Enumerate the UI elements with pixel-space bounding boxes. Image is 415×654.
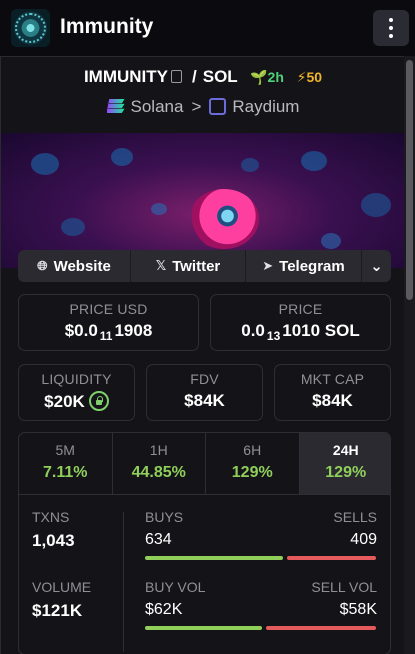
fdv-box: FDV $84K [146, 364, 263, 421]
chain-breadcrumb: Solana > Raydium [1, 97, 405, 117]
pair-age: 🌱2h [250, 69, 284, 85]
base-symbol: IMMUNITY [83, 67, 168, 86]
liquidity-value: $20K [19, 391, 134, 412]
kebab-icon [389, 16, 393, 40]
market-cap-value: $84K [312, 391, 353, 410]
pair-title: IMMUNITY / SOL 🌱2h ⚡50 [1, 67, 405, 87]
lightning-icon: ⚡ [296, 69, 307, 85]
sells-value: 409 [350, 531, 377, 548]
volume-label: VOLUME [32, 579, 92, 595]
buys-label: BUYS [145, 509, 184, 525]
website-button[interactable]: 🌐︎ Website [18, 250, 131, 282]
buys-value: 634 [145, 531, 172, 548]
price-usd-value: $0.0 11 1908 [64, 321, 153, 343]
sell-vol-label: SELL VOL [311, 579, 377, 595]
dex-link[interactable]: Raydium [232, 97, 299, 116]
token-banner [1, 133, 405, 268]
chevron-down-icon: ⌄ [370, 258, 383, 275]
market-cap-box: MKT CAP $84K [274, 364, 391, 421]
twitter-button[interactable]: 𝕏 Twitter [131, 250, 246, 282]
buys-bar [145, 556, 283, 560]
liquidity-label: LIQUIDITY [41, 371, 112, 387]
buy-vol-bar [145, 626, 262, 630]
app-title: Immunity [60, 15, 154, 38]
txns-label: TXNS [32, 509, 70, 525]
boost-badge[interactable]: ⚡50 [297, 69, 322, 85]
fdv-value: $84K [184, 391, 225, 410]
price-native-box: PRICE 0.0 13 1010 SOL [210, 294, 391, 351]
price-label: PRICE [278, 301, 323, 317]
lock-icon[interactable] [88, 391, 109, 411]
raydium-icon [209, 98, 227, 115]
virus-illustration [189, 189, 259, 249]
metrics-divider [123, 512, 124, 652]
solana-icon [106, 99, 125, 113]
timeframe-section: 5M 7.11% 1H 44.85% 6H 129% 24H 129% TXNS… [18, 432, 391, 654]
telegram-icon: ➤ [262, 258, 274, 273]
sell-vol-bar [266, 626, 376, 630]
app-header: Immunity [0, 0, 415, 56]
telegram-button[interactable]: ➤ Telegram [246, 250, 362, 282]
price-usd-label: PRICE USD [69, 301, 148, 317]
social-links: 🌐︎ Website 𝕏 Twitter ➤ Telegram ⌄ [18, 250, 391, 282]
pair-separator: / [192, 67, 197, 86]
more-socials-button[interactable]: ⌄ [362, 250, 391, 282]
copy-icon[interactable] [171, 70, 182, 83]
buy-vol-label: BUY VOL [145, 579, 206, 595]
more-menu-button[interactable] [373, 10, 409, 46]
price-usd-box: PRICE USD $0.0 11 1908 [18, 294, 199, 351]
chain-link[interactable]: Solana [131, 97, 184, 116]
market-cap-label: MKT CAP [300, 371, 365, 387]
timeframe-tabs: 5M 7.11% 1H 44.85% 6H 129% 24H 129% [19, 433, 390, 495]
volume-value: $121K [32, 601, 83, 620]
sells-label: SELLS [333, 509, 377, 525]
tab-6h[interactable]: 6H 129% [206, 433, 300, 494]
globe-icon: 🌐︎ [37, 258, 48, 273]
x-icon: 𝕏 [155, 258, 167, 273]
txns-value: 1,043 [32, 531, 75, 550]
sell-vol-value: $58K [339, 601, 377, 618]
price-native-value: 0.0 13 1010 SOL [241, 321, 360, 343]
tab-5m[interactable]: 5M 7.11% [19, 433, 113, 494]
seedling-icon: 🌱 [250, 69, 268, 85]
token-logo [11, 9, 50, 47]
chevron-right-icon: > [191, 97, 202, 116]
scrollbar-thumb[interactable] [406, 60, 413, 300]
quote-symbol: SOL [202, 67, 238, 86]
liquidity-box: LIQUIDITY $20K [18, 364, 135, 421]
tab-24h[interactable]: 24H 129% [299, 433, 390, 494]
sells-bar [287, 556, 376, 560]
buy-vol-value: $62K [145, 601, 183, 618]
pair-panel: IMMUNITY / SOL 🌱2h ⚡50 Solana > Raydium 🌐︎ We… [0, 56, 405, 654]
fdv-label: FDV [190, 371, 219, 387]
trade-metrics: TXNS 1,043 BUYS 634 SELLS 409 VOLUME $12… [19, 496, 390, 654]
tab-1h[interactable]: 1H 44.85% [113, 433, 206, 494]
